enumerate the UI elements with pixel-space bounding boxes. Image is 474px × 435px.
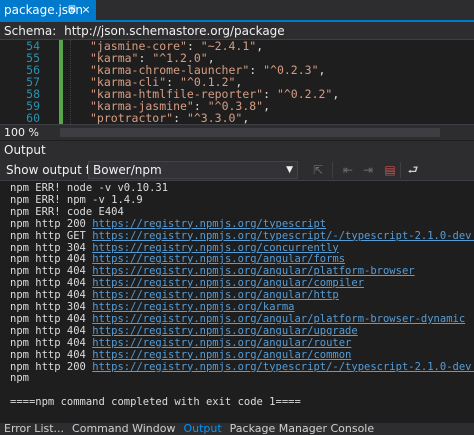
tab-command-window[interactable]: Command Window [68,423,179,435]
output-link[interactable]: https://registry.npmjs.org/angular/platf… [92,265,414,277]
output-link[interactable]: https://registry.npmjs.org/angular/upgra… [92,325,358,337]
chevron-down-icon[interactable]: ▼ [286,162,293,178]
code-text: "protractor": "^3.3.0", [90,111,250,124]
line-number: 60 [26,111,40,124]
output-link[interactable]: https://registry.npmjs.org/angular/commo… [92,349,351,361]
schema-bar: Schema: http://json.schemastore.org/pack… [0,22,474,40]
output-toolbar: Show output from: Bower/npm ▼ ⇱ ⇤ ⇥ ▤ ⮐ [0,159,474,181]
editor-status-bar: 100 % [0,124,474,140]
output-line: ====npm command completed with exit code… [10,396,301,409]
output-source-select[interactable]: Bower/npm ▼ [88,161,298,179]
output-panel-title: Output [0,141,474,159]
close-icon[interactable]: × [80,0,92,20]
editor-tab-strip: package.json ⊞ × [0,0,474,22]
output-link[interactable]: https://registry.npmjs.org/typescript/-/… [92,230,474,242]
output-link[interactable]: https://registry.npmjs.org/angular/http [92,289,339,301]
zoom-level-dropdown[interactable]: 100 % [0,125,50,141]
previous-message-icon[interactable]: ⇤ [340,162,356,178]
tab-output[interactable]: Output [179,423,225,435]
output-link[interactable]: https://registry.npmjs.org/typescript/-/… [92,361,474,373]
output-link[interactable]: https://registry.npmjs.org/angular/forms [92,253,345,265]
toolbar-separator [400,162,401,178]
toolbar-separator [332,162,333,178]
output-source-value: Bower/npm [93,163,162,177]
change-margin-indicator [59,40,63,124]
output-link[interactable]: https://registry.npmjs.org/concurrently [92,242,339,254]
word-wrap-icon[interactable]: ⮐ [405,162,421,178]
output-line: npm [10,372,29,385]
code-editor[interactable]: 54 "jasmine-core": "~2.4.1", 55 "karma": "^… [0,40,474,124]
next-message-icon[interactable]: ⇥ [360,162,376,178]
output-link[interactable]: https://registry.npmjs.org/karma [92,301,294,313]
tab-package-manager-console[interactable]: Package Manager Console [226,423,378,435]
bottom-tool-tabs: Error List... Command Window Output Package… [0,423,474,435]
horizontal-scrollbar[interactable] [60,128,440,137]
output-link[interactable]: https://registry.npmjs.org/angular/route… [92,337,351,349]
output-link[interactable]: https://registry.npmjs.org/angular/compi… [92,277,364,289]
find-message-icon[interactable]: ⇱ [310,162,326,178]
schema-label: Schema: [4,24,57,38]
clear-all-icon[interactable]: ▤ [382,162,398,178]
output-text-area[interactable]: npm ERR! node -v v0.10.31 npm ERR! npm -v… [0,181,474,423]
output-link[interactable]: https://registry.npmjs.org/angular/platf… [92,313,465,325]
tab-error-list[interactable]: Error List... [0,423,68,435]
schema-url-input[interactable]: http://json.schemastore.org/package [64,24,285,38]
indent-guide [70,40,71,124]
pin-icon[interactable]: ⊞ [66,0,78,20]
editor-tab-package-json[interactable]: package.json ⊞ × [0,0,96,20]
output-line: npm http 200 https://registry.npmjs.org/… [10,361,474,374]
output-link[interactable]: https://registry.npmjs.org/typescript [92,218,326,230]
